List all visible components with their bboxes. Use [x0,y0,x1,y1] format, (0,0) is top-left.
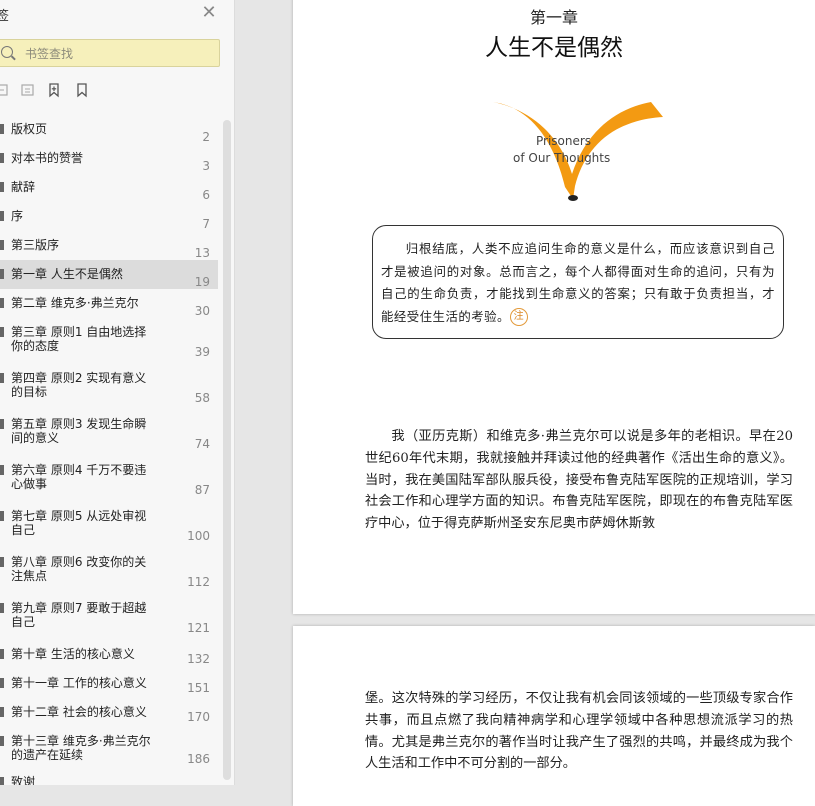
body-paragraph: 我（亚历克斯）和维克多·弗兰克尔可以说是多年的老相识。早在20世纪60年代末期，… [365,429,793,532]
bookmark-item[interactable]: 致谢 [0,768,218,785]
search-icon [1,46,13,58]
bookmark-marker-icon [0,327,4,337]
bookmark-item[interactable]: 第七章 原则5 从远处审视自己 100 [0,502,218,548]
bookmark-marker-icon [0,603,4,613]
bookmark-item[interactable]: 第三版序 13 [0,231,218,260]
bookmark-item[interactable]: 第十一章 工作的核心意义 151 [0,669,218,698]
bookmark-item[interactable]: 第八章 原则6 改变你的关注焦点 112 [0,548,218,594]
bookmark-marker-icon [0,240,4,250]
footnote-icon[interactable]: 注 [509,308,528,326]
bookmark-marker-icon [0,153,4,163]
bookmark-item[interactable]: 第九章 原则7 要敢于超越自己 121 [0,594,218,640]
bookmark-marker-icon [0,465,4,475]
bookmark-marker-icon [0,298,4,308]
bookmark-marker-icon [0,736,4,746]
bookmark-toolbar [0,82,234,100]
logo-line2: of Our Thoughts [513,151,610,165]
bookmark-search-box[interactable] [0,39,220,67]
close-icon[interactable]: ✕ [199,3,219,23]
bookmark-marker-icon [0,557,4,567]
bookmark-item[interactable]: 版权页 2 [0,115,218,144]
bookmark-marker-icon [0,511,4,521]
bookmark-marker-icon [0,649,4,659]
bookmark-marker-icon [0,777,4,785]
bookmark-marker-icon [0,211,4,221]
bookmark-item[interactable]: 序 7 [0,202,218,231]
add-bookmark-icon[interactable] [46,82,62,98]
chapter-number: 第一章 [529,8,578,27]
expand-all-icon[interactable] [0,82,10,98]
bookmark-item[interactable]: 第二章 维克多·弗兰克尔 30 [0,289,218,318]
bookmark-marker-icon [0,124,4,134]
prisoners-of-our-thoughts-logo: Prisoners of Our Thoughts [493,102,663,201]
bookmark-item[interactable]: 第四章 原则2 实现有意义的目标 58 [0,364,218,410]
bookmark-item[interactable]: 第六章 原则4 千万不要违心做事 87 [0,456,218,502]
bookmark-search-input[interactable] [23,44,207,64]
bookmark-item[interactable]: 第十二章 社会的核心意义 170 [0,698,218,727]
bookmark-item[interactable]: 第五章 原则3 发现生命瞬间的意义 74 [0,410,218,456]
chapter-title: 人生不是偶然 [485,35,623,61]
bookmark-marker-icon [0,678,4,688]
document-page: 第一章 人生不是偶然 Prisoners of Our Thoughts 归根结… [293,0,815,614]
body-paragraph: 堡。这次特殊的学习经历，不仅让我有机会同该领域的一些顶级专家合作共事，而且点燃了… [365,691,793,772]
bookmark-panel: 签 ✕ 版权页 2 对本书的赞誉 3 献辞 [0,0,235,785]
bookmark-marker-icon [0,419,4,429]
document-page: 堡。这次特殊的学习经历，不仅让我有机会同该领域的一些顶级专家合作共事，而且点燃了… [293,626,815,806]
epigraph-text: 归根结底，人类不应追问生命的意义是什么，而应该意识到自己才是被追问的对象。总而言… [381,241,775,324]
bookmark-marker-icon [0,182,4,192]
epigraph-box: 归根结底，人类不应追问生命的意义是什么，而应该意识到自己才是被追问的对象。总而言… [372,225,784,339]
bookmark-marker-icon [0,707,4,717]
bookmark-item[interactable]: 第十三章 维克多·弗兰克尔的遗产在延续 186 [0,727,218,768]
logo-line1: Prisoners [536,134,591,148]
bookmark-item[interactable]: 对本书的赞誉 3 [0,144,218,173]
bookmark-item[interactable]: 献辞 6 [0,173,218,202]
bookmark-list: 版权页 2 对本书的赞誉 3 献辞 6 序 7 第三版序 13 第一章 人生不是… [0,115,218,785]
bookmark-item-current[interactable]: 第一章 人生不是偶然 19 [0,260,218,289]
bookmark-scrollbar[interactable] [223,120,231,780]
bookmark-marker-icon [0,373,4,383]
bookmark-marker-icon [0,269,4,279]
document-viewer[interactable]: 第一章 人生不是偶然 Prisoners of Our Thoughts 归根结… [235,0,815,806]
collapse-all-icon[interactable] [20,82,36,98]
panel-title: 签 [0,5,9,24]
bookmark-item[interactable]: 第三章 原则1 自由地选择你的态度 39 [0,318,218,364]
bookmark-item[interactable]: 第十章 生活的核心意义 132 [0,640,218,669]
bookmark-icon[interactable] [74,82,90,98]
